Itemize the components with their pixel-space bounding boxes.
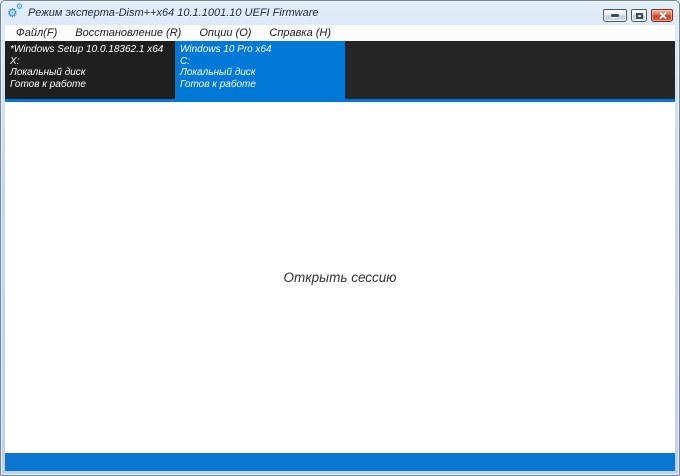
tab-status: Готов к работе (10, 78, 86, 90)
tab-disk-type: Локальный диск (180, 67, 256, 78)
menu-bar: Файл(F) Восстановление (R) Опции (O) Спр… (5, 25, 675, 41)
gear-small-icon: ⚙ (16, 1, 24, 11)
maximize-icon (635, 12, 643, 19)
menu-item-options[interactable]: Опции (O) (190, 27, 260, 39)
tab-drive: C: (180, 55, 190, 67)
app-window: ⚙ ⚙ Режим эксперта-Dism++x64 10.1.1001.1… (0, 0, 680, 476)
window-title: Режим эксперта-Dism++x64 10.1.1001.10 UE… (28, 7, 319, 19)
tab-title: *Windows Setup 10.0.18362.1 x64 (10, 44, 164, 55)
tab-windows-setup[interactable]: *Windows Setup 10.0.18362.1 x64 X: Локал… (5, 41, 175, 99)
menu-item-file[interactable]: Файл(F) (7, 27, 66, 39)
tab-status: Готов к работе (180, 78, 256, 90)
tab-drive: X: (10, 55, 20, 67)
app-gears-icon: ⚙ ⚙ (7, 1, 24, 22)
menu-item-recovery[interactable]: Восстановление (R) (66, 27, 190, 39)
tab-title: Windows 10 Pro x64 (180, 44, 272, 55)
session-content-area: Открыть сессию (5, 102, 675, 453)
image-tab-strip: *Windows Setup 10.0.18362.1 x64 X: Локал… (5, 41, 675, 102)
tab-disk-type: Локальный диск (10, 67, 86, 78)
window-controls (603, 9, 673, 22)
menu-item-help[interactable]: Справка (H) (260, 27, 340, 39)
tab-windows-10-pro[interactable]: Windows 10 Pro x64 C: Локальный диск Гот… (175, 41, 345, 99)
titlebar[interactable]: ⚙ ⚙ Режим эксперта-Dism++x64 10.1.1001.1… (1, 1, 679, 25)
client-area: Файл(F) Восстановление (R) Опции (O) Спр… (5, 25, 675, 471)
close-icon (658, 11, 667, 20)
close-button[interactable] (651, 9, 673, 22)
minimize-icon (611, 14, 619, 17)
minimize-button[interactable] (603, 9, 627, 22)
maximize-button[interactable] (631, 9, 647, 22)
open-session-link[interactable]: Открыть сессию (284, 270, 397, 285)
status-progress-bar (5, 453, 675, 471)
